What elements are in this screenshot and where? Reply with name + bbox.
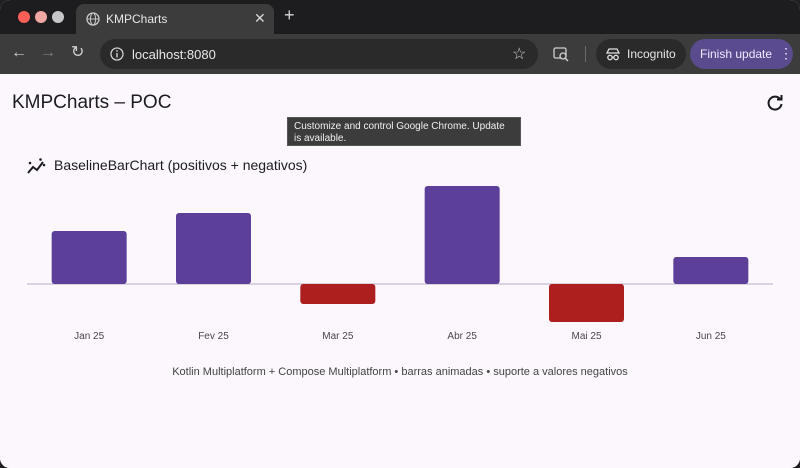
page-title: KMPCharts – POC	[12, 92, 172, 113]
x-tick-label: Mar 25	[322, 331, 354, 342]
bar-fev-25	[176, 213, 251, 284]
tab-title: KMPCharts	[106, 12, 168, 26]
lens-search-icon[interactable]	[553, 46, 569, 62]
globe-icon	[86, 12, 100, 26]
address-bar[interactable]: localhost:8080 ☆	[100, 39, 538, 69]
url-text[interactable]: localhost:8080	[132, 47, 216, 62]
browser-toolbar: ← → ↻ localhost:8080 ☆ Incognito Finish …	[0, 34, 800, 74]
chart-title: BaselineBarChart (positivos + negativos)	[54, 157, 308, 173]
reload-icon[interactable]: ↻	[71, 44, 84, 62]
x-tick-label: Jan 25	[74, 331, 104, 342]
incognito-icon	[605, 48, 621, 61]
footer-caption: Kotlin Multiplatform + Compose Multiplat…	[172, 366, 628, 378]
finish-update-label: Finish update	[700, 47, 773, 61]
finish-update-button[interactable]: Finish update ⋮	[690, 39, 793, 69]
bar-mai-25	[549, 284, 624, 322]
back-arrow-icon[interactable]: ←	[11, 44, 27, 62]
x-tick-label: Mai 25	[571, 331, 601, 342]
x-tick-label: Jun 25	[696, 331, 726, 342]
minimize-window-button[interactable]	[35, 11, 47, 23]
refresh-icon[interactable]	[765, 93, 785, 113]
close-window-button[interactable]	[18, 11, 30, 23]
baseline-bar-chart: Jan 25 Fev 25 Mar 25 Abr 25 Mai 25 Jun 25	[27, 186, 773, 342]
browser-window: KMPCharts ✕ + ← → ↻ localhost:8080 ☆ Inc…	[0, 0, 800, 468]
tab-close-icon[interactable]: ✕	[254, 10, 266, 27]
incognito-label: Incognito	[627, 47, 676, 61]
bookmark-star-icon[interactable]: ☆	[512, 44, 526, 64]
forward-arrow-icon[interactable]: →	[40, 44, 56, 62]
maximize-window-button[interactable]	[52, 11, 64, 23]
bar-jan-25	[51, 231, 127, 284]
toolbar-divider	[585, 46, 586, 62]
new-tab-icon[interactable]: +	[284, 6, 295, 24]
site-info-icon[interactable]	[110, 47, 124, 61]
bar-mar-25	[300, 284, 376, 304]
tab-kmpcharts[interactable]: KMPCharts ✕	[76, 4, 274, 34]
x-tick-label: Fev 25	[198, 331, 229, 342]
page-content: KMPCharts – POC Customize and control Go…	[0, 74, 800, 468]
incognito-button[interactable]: Incognito	[596, 39, 686, 69]
bar-abr-25	[424, 186, 500, 284]
tab-strip: KMPCharts ✕ +	[0, 0, 800, 34]
kebab-menu-icon[interactable]: ⋮	[779, 46, 793, 60]
update-tooltip: Customize and control Google Chrome. Upd…	[287, 117, 521, 146]
x-tick-label: Abr 25	[447, 331, 477, 342]
bar-jun-25	[673, 257, 749, 284]
